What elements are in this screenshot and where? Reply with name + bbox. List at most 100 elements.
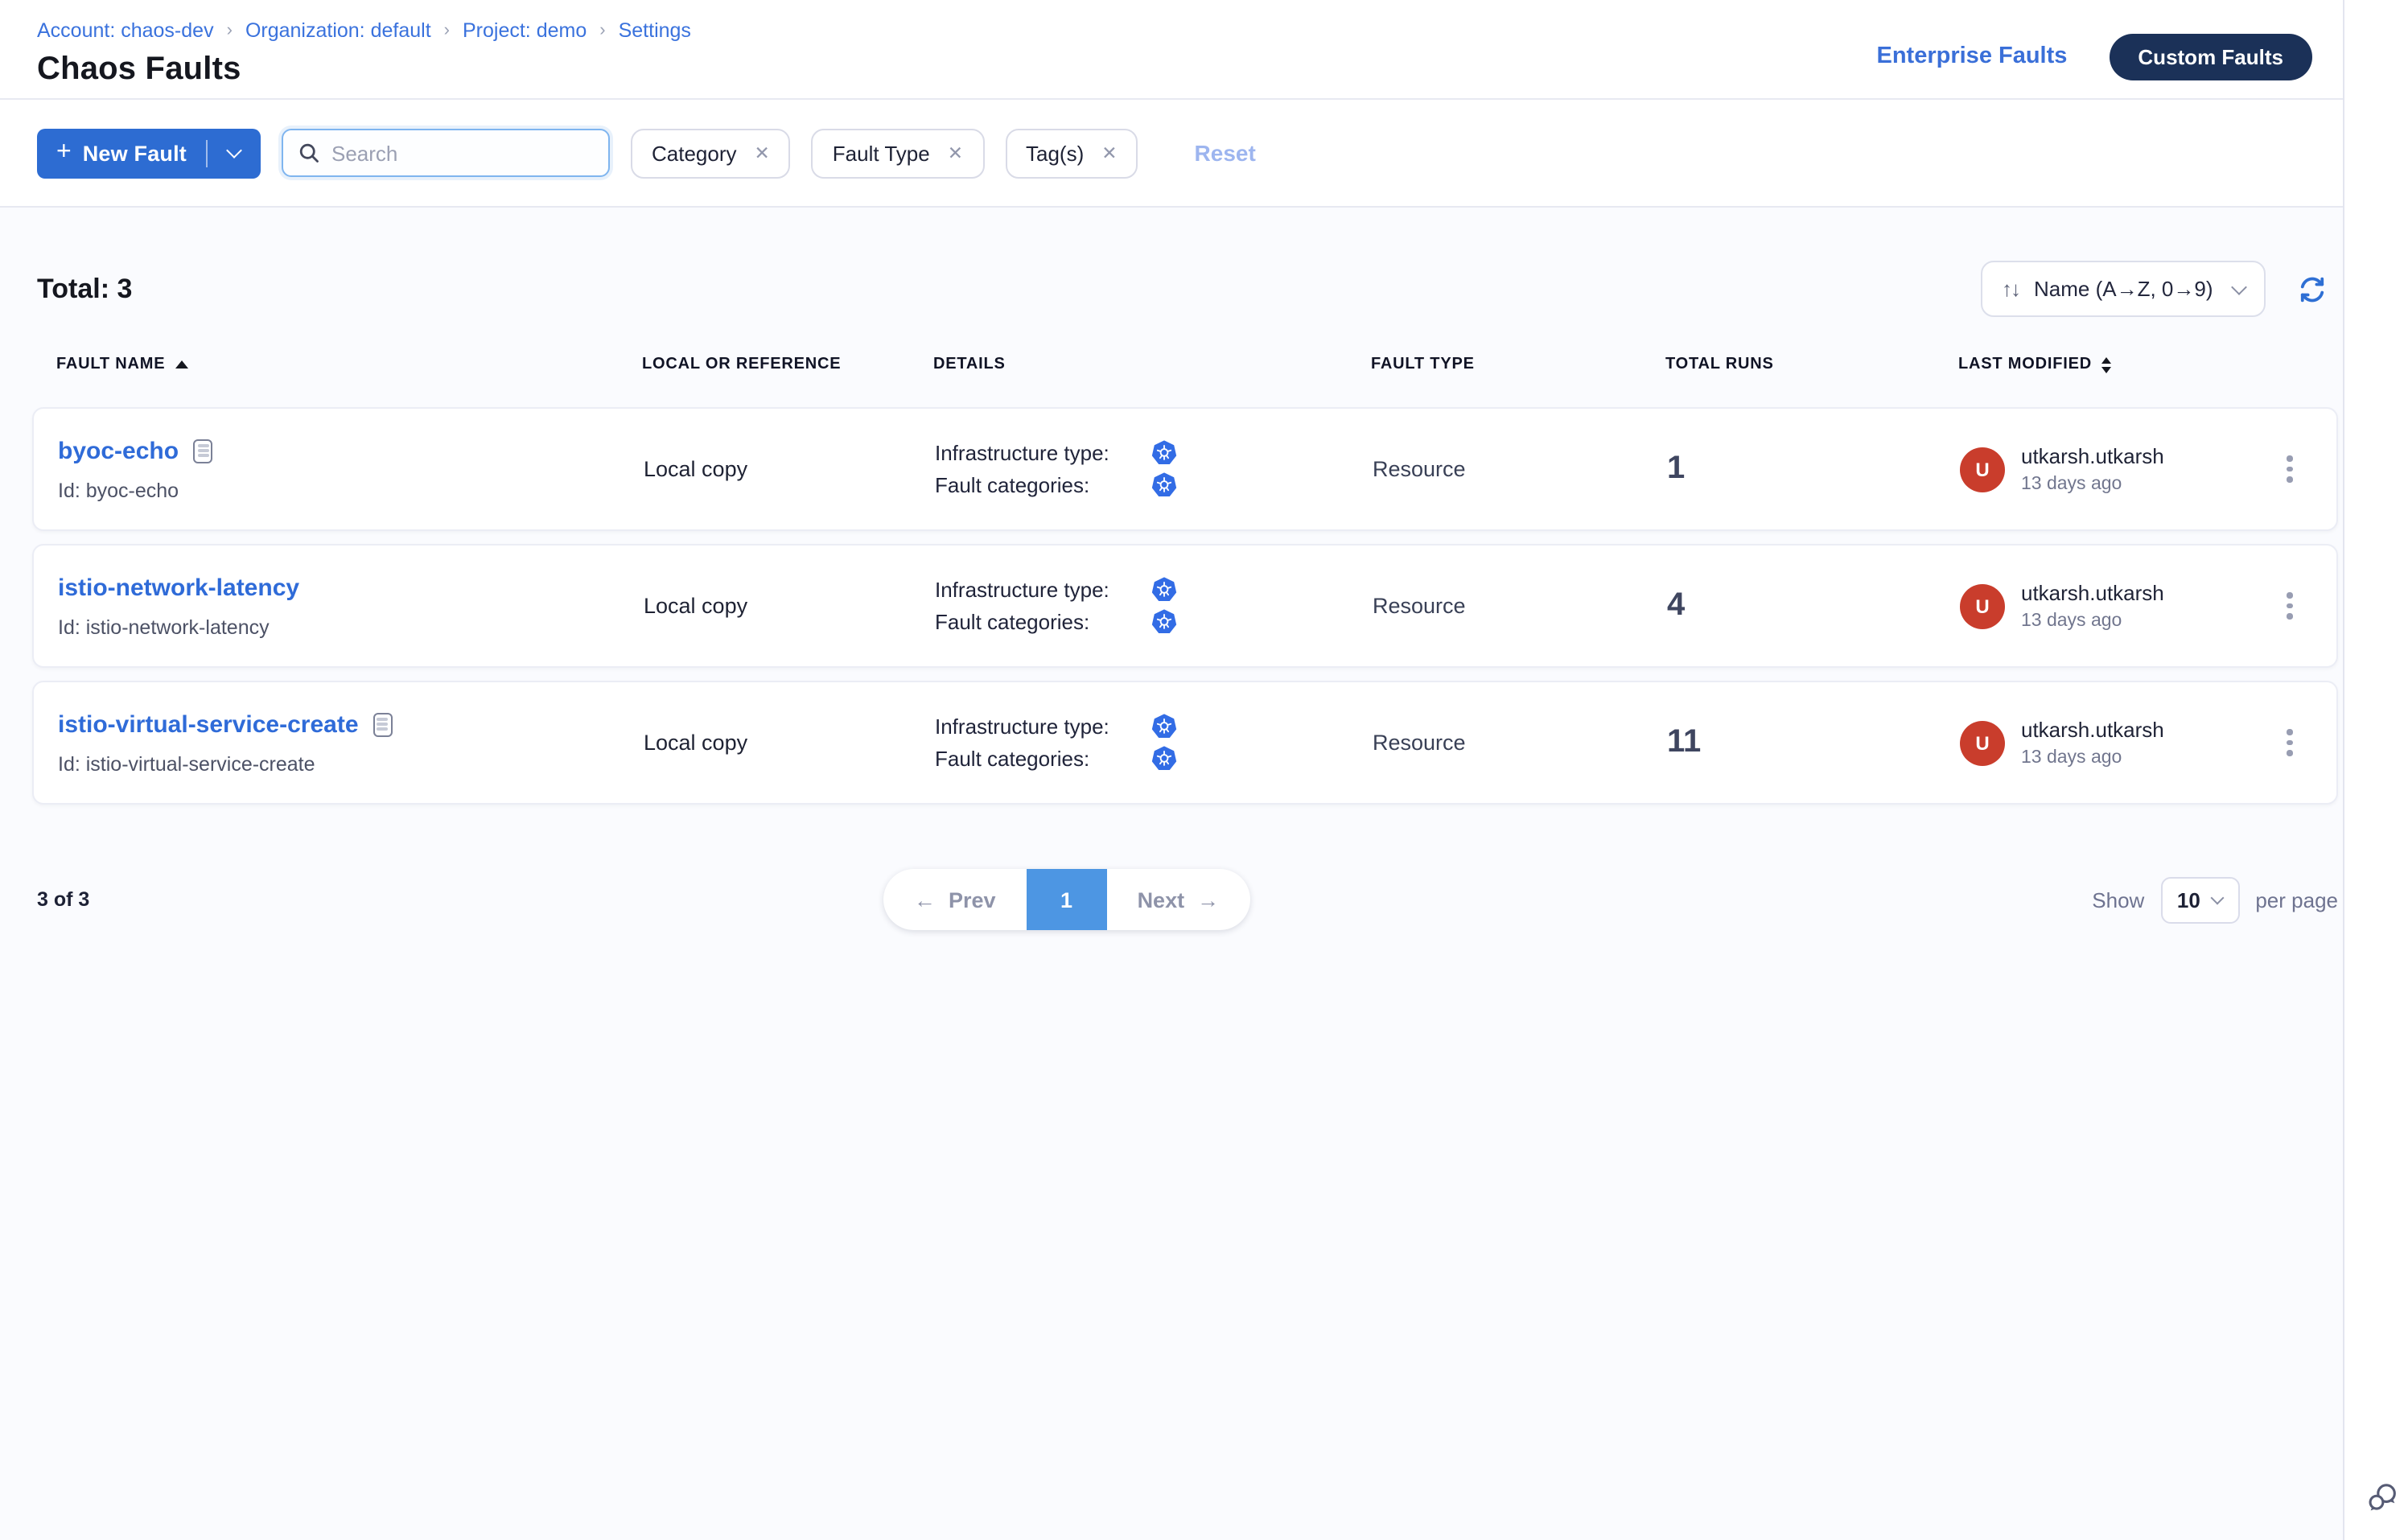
column-fault-type: FAULT TYPE xyxy=(1371,356,1665,373)
topbar-left: Account: chaos-dev › Organization: defau… xyxy=(37,21,691,98)
breadcrumb-organization[interactable]: Organization: default xyxy=(245,21,431,42)
infrastructure-type-label: Infrastructure type: xyxy=(935,441,1151,465)
sort-controls: ↑↓ Name (A→Z, 0→9) xyxy=(1981,261,2327,317)
column-label: LOCAL OR REFERENCE xyxy=(642,356,841,373)
fault-name-link[interactable]: istio-virtual-service-create xyxy=(58,710,359,738)
topbar-right: Enterprise Faults Custom Faults xyxy=(1877,32,2313,80)
kebab-menu-button[interactable] xyxy=(2279,722,2301,764)
page-size-controls: Show 10 per page xyxy=(2092,876,2338,923)
infrastructure-type-label: Infrastructure type: xyxy=(935,578,1151,602)
pagination-row: 3 of 3 ← Prev 1 Next→ Show 10 per page xyxy=(32,869,2338,930)
reset-filters-button[interactable]: Reset xyxy=(1185,138,1266,167)
per-page-label: per page xyxy=(2255,887,2338,912)
enterprise-faults-link[interactable]: Enterprise Faults xyxy=(1877,43,2068,69)
filter-chip-tags[interactable]: Tag(s) ✕ xyxy=(1005,128,1138,178)
search-icon xyxy=(298,142,320,164)
fault-categories-label: Fault categories: xyxy=(935,610,1151,634)
current-page-button[interactable]: 1 xyxy=(1027,869,1107,930)
fault-name-cell: istio-network-latency Id: istio-network-… xyxy=(58,574,644,638)
avatar: U xyxy=(1960,447,2005,492)
kubernetes-icon xyxy=(1151,745,1178,772)
table-header: FAULT NAME LOCAL OR REFERENCE DETAILS FA… xyxy=(32,356,2338,373)
topbar: Account: chaos-dev › Organization: defau… xyxy=(0,0,2343,100)
modified-when: 13 days ago xyxy=(2021,475,2164,494)
chip-label: Tag(s) xyxy=(1026,141,1084,165)
page: Account: chaos-dev › Organization: defau… xyxy=(0,0,2404,1540)
local-or-reference-value: Local copy xyxy=(644,594,935,618)
chevron-down-icon xyxy=(2211,891,2225,904)
details-cell: Infrastructure type: Fault categories: xyxy=(935,708,1373,777)
content-area: Total: 3 ↑↓ Name (A→Z, 0→9) xyxy=(0,208,2343,1540)
kubernetes-icon xyxy=(1151,471,1178,499)
fault-id: Id: istio-network-latency xyxy=(58,616,644,638)
kebab-menu-button[interactable] xyxy=(2279,448,2301,491)
search-box[interactable] xyxy=(282,129,610,177)
close-icon[interactable]: ✕ xyxy=(1101,142,1117,164)
page-size-select[interactable]: 10 xyxy=(2160,876,2239,923)
kubernetes-icon xyxy=(1151,713,1178,740)
column-label: LAST MODIFIED xyxy=(1958,356,2092,373)
close-icon[interactable]: ✕ xyxy=(948,142,963,164)
column-last-modified[interactable]: LAST MODIFIED xyxy=(1958,356,2241,373)
refresh-button[interactable] xyxy=(2298,274,2327,303)
breadcrumb-project[interactable]: Project: demo xyxy=(463,21,587,42)
row-actions-cell xyxy=(2243,722,2336,764)
plus-icon: + xyxy=(56,138,72,167)
table-row[interactable]: istio-network-latency Id: istio-network-… xyxy=(32,544,2338,668)
custom-faults-button[interactable]: Custom Faults xyxy=(2109,33,2312,80)
modified-by: utkarsh.utkarsh xyxy=(2021,581,2164,605)
table-row[interactable]: istio-virtual-service-create Id: istio-v… xyxy=(32,681,2338,805)
kubernetes-icon xyxy=(1151,439,1178,467)
total-runs-value: 11 xyxy=(1667,724,1960,761)
pagination-range: 3 of 3 xyxy=(32,888,89,911)
page-size-value: 10 xyxy=(2177,887,2200,912)
table-row[interactable]: byoc-echo Id: byoc-echo Local copy Infra… xyxy=(32,407,2338,531)
fault-categories-label: Fault categories: xyxy=(935,747,1151,771)
last-modified-cell: U utkarsh.utkarsh 13 days ago xyxy=(1960,444,2243,494)
new-fault-dropdown-button[interactable] xyxy=(208,128,261,178)
fault-type-value: Resource xyxy=(1373,731,1667,755)
sort-asc-icon xyxy=(175,360,187,369)
chip-label: Category xyxy=(652,141,737,165)
avatar: U xyxy=(1960,583,2005,628)
prev-label: Prev xyxy=(949,887,996,912)
fault-name-link[interactable]: istio-network-latency xyxy=(58,574,299,601)
local-or-reference-value: Local copy xyxy=(644,457,935,481)
breadcrumb-separator-icon: › xyxy=(227,20,233,41)
row-actions-cell xyxy=(2243,448,2336,491)
document-icon[interactable] xyxy=(193,439,212,463)
fault-categories-label: Fault categories: xyxy=(935,473,1151,497)
fault-name-cell: byoc-echo Id: byoc-echo xyxy=(58,437,644,501)
chat-support-button[interactable] xyxy=(2365,1480,2401,1516)
column-fault-name[interactable]: FAULT NAME xyxy=(56,356,642,373)
chat-bubbles-icon xyxy=(2365,1480,2401,1516)
breadcrumb-settings[interactable]: Settings xyxy=(619,21,691,42)
arrow-left-icon: ← xyxy=(914,887,936,912)
refresh-icon xyxy=(2298,274,2327,303)
new-fault-button[interactable]: + New Fault xyxy=(37,128,261,178)
right-gutter xyxy=(2343,0,2404,1540)
kebab-menu-button[interactable] xyxy=(2279,585,2301,628)
filter-chip-category[interactable]: Category ✕ xyxy=(631,128,791,178)
chevron-down-icon xyxy=(2231,278,2247,294)
infrastructure-type-label: Infrastructure type: xyxy=(935,714,1151,739)
close-icon[interactable]: ✕ xyxy=(755,142,770,164)
fault-name-link[interactable]: byoc-echo xyxy=(58,437,179,464)
document-icon[interactable] xyxy=(373,712,393,736)
prev-page-button[interactable]: ← Prev xyxy=(883,869,1027,930)
fault-type-value: Resource xyxy=(1373,594,1667,618)
breadcrumb-account[interactable]: Account: chaos-dev xyxy=(37,21,214,42)
details-cell: Infrastructure type: Fault categories: xyxy=(935,434,1373,504)
filter-chip-fault-type[interactable]: Fault Type ✕ xyxy=(812,128,984,178)
sort-dropdown[interactable]: ↑↓ Name (A→Z, 0→9) xyxy=(1981,261,2266,317)
next-page-button[interactable]: Next→ xyxy=(1107,869,1250,930)
modified-when: 13 days ago xyxy=(2021,611,2164,631)
chevron-down-icon xyxy=(226,142,242,159)
last-modified-cell: U utkarsh.utkarsh 13 days ago xyxy=(1960,581,2243,631)
main-app-region: Account: chaos-dev › Organization: defau… xyxy=(0,0,2343,1540)
column-label: FAULT NAME xyxy=(56,356,165,373)
search-input[interactable] xyxy=(331,141,594,165)
show-label: Show xyxy=(2092,887,2144,912)
total-count: Total: 3 xyxy=(32,273,132,305)
fault-id: Id: byoc-echo xyxy=(58,479,644,501)
